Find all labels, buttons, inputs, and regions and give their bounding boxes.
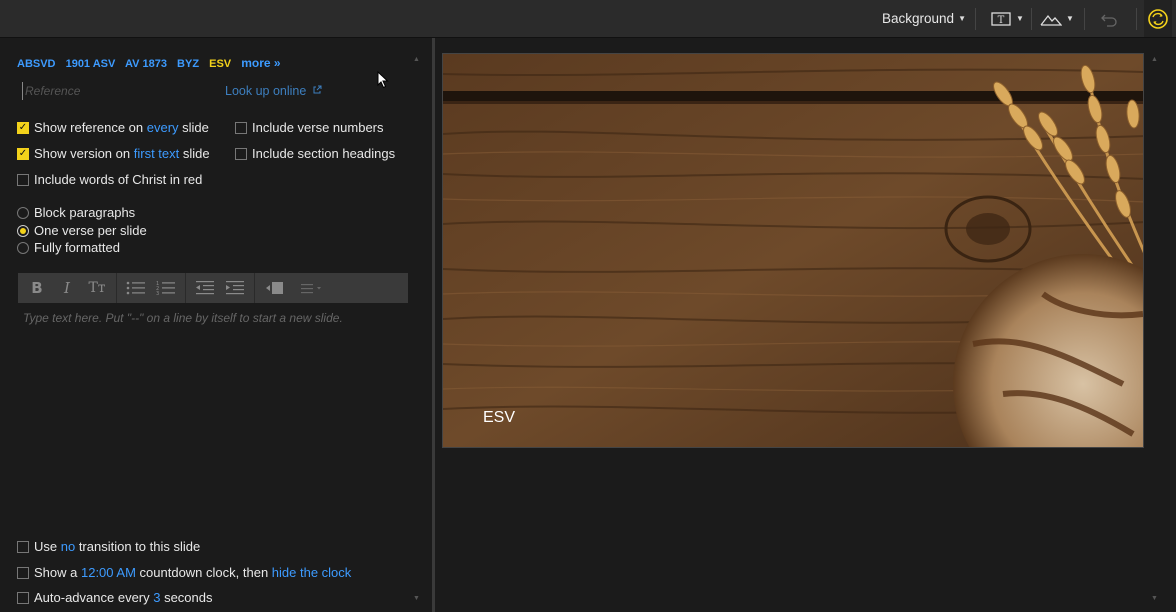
sync-icon bbox=[1148, 8, 1168, 29]
wood-wheat-bread-background-image bbox=[443, 54, 1143, 447]
chevron-down-icon: ▼ bbox=[958, 14, 966, 23]
auto-advance-checkbox[interactable] bbox=[17, 591, 29, 604]
option-text: Include section headings bbox=[252, 146, 396, 161]
version-frequency-link[interactable]: first text bbox=[134, 146, 180, 161]
slide-preview[interactable]: ESV bbox=[442, 53, 1144, 448]
chevron-down-icon: ▼ bbox=[1016, 14, 1024, 23]
svg-text:3: 3 bbox=[156, 291, 159, 296]
countdown-time-link[interactable]: 12:00 AM bbox=[81, 565, 136, 580]
layout-option-formatted[interactable]: Fully formatted bbox=[17, 240, 120, 255]
option-text: Use bbox=[34, 539, 61, 554]
layout-option-block[interactable]: Block paragraphs bbox=[17, 205, 135, 220]
option-text: Block paragraphs bbox=[34, 205, 136, 220]
look-up-online-label: Look up online bbox=[225, 84, 307, 98]
align-block-icon[interactable] bbox=[259, 273, 289, 303]
show-reference-checkbox[interactable]: ✓ bbox=[17, 121, 29, 134]
version-link[interactable]: BYZ bbox=[177, 58, 199, 70]
layout-option-verse[interactable]: One verse per slide bbox=[17, 223, 147, 238]
mountain-image-icon bbox=[1040, 14, 1062, 26]
version-link[interactable]: 1901 ASV bbox=[66, 58, 116, 70]
look-up-online-link[interactable]: Look up online bbox=[225, 84, 322, 98]
more-versions-link[interactable]: more » bbox=[241, 56, 280, 70]
undo-button[interactable] bbox=[1099, 0, 1119, 37]
option-text: Show reference on bbox=[34, 120, 147, 135]
image-menu-button[interactable]: ▼ bbox=[1040, 0, 1074, 37]
reference-frequency-link[interactable]: every bbox=[147, 120, 179, 135]
transition-link[interactable]: no bbox=[61, 539, 75, 554]
auto-advance-seconds-link[interactable]: 3 bbox=[153, 590, 160, 605]
outdent-icon[interactable] bbox=[190, 273, 220, 303]
bold-icon[interactable]: B bbox=[22, 273, 52, 303]
bullet-list-icon[interactable] bbox=[121, 273, 151, 303]
hide-clock-link[interactable]: hide the clock bbox=[272, 565, 352, 580]
option-text: slide bbox=[179, 146, 210, 161]
version-link[interactable]: AV 1873 bbox=[125, 58, 167, 70]
fully-formatted-radio[interactable] bbox=[17, 241, 29, 254]
version-link[interactable]: ABSVD bbox=[17, 58, 56, 70]
show-version-option[interactable]: ✓ Show version on first text slide bbox=[17, 146, 210, 161]
countdown-option[interactable]: Show a 12:00 AM countdown clock, then hi… bbox=[17, 565, 351, 580]
show-reference-option[interactable]: ✓ Show reference on every slide bbox=[17, 120, 209, 135]
scripture-options-panel: ▲ ▼ ABSVD 1901 ASV AV 1873 BYZ ESV more … bbox=[0, 38, 432, 612]
top-toolbar: Background ▼ T ▼ ▼ bbox=[0, 0, 1176, 38]
undo-icon bbox=[1101, 14, 1117, 27]
indent-icon[interactable] bbox=[220, 273, 250, 303]
svg-text:T: T bbox=[998, 15, 1005, 26]
alignment-menu-icon[interactable] bbox=[289, 273, 333, 303]
option-text: transition to this slide bbox=[75, 539, 201, 554]
version-link-active[interactable]: ESV bbox=[209, 58, 231, 70]
option-text: Show a bbox=[34, 565, 81, 580]
verse-numbers-checkbox[interactable] bbox=[235, 121, 247, 134]
section-headings-checkbox[interactable] bbox=[235, 147, 247, 160]
option-text: Include words of Christ in red bbox=[34, 172, 203, 187]
text-size-icon[interactable]: Tт bbox=[82, 273, 112, 303]
background-menu-button[interactable]: Background ▼ bbox=[882, 0, 966, 37]
chevron-down-icon: ▼ bbox=[1066, 14, 1074, 23]
formatting-toolbar: B I Tт 123 bbox=[18, 273, 408, 303]
transition-checkbox[interactable] bbox=[17, 540, 29, 553]
slide-text-editor[interactable]: Type text here. Put "--" on a line by it… bbox=[23, 311, 343, 325]
text-box-menu-button[interactable]: T ▼ bbox=[990, 0, 1024, 37]
italic-icon[interactable]: I bbox=[52, 273, 82, 303]
scroll-down-arrow[interactable]: ▼ bbox=[413, 595, 420, 602]
section-headings-option[interactable]: Include section headings bbox=[235, 146, 395, 161]
scroll-up-arrow[interactable]: ▲ bbox=[413, 56, 420, 63]
text-box-icon: T bbox=[991, 11, 1011, 26]
option-text: Auto-advance every bbox=[34, 590, 154, 605]
block-paragraphs-radio[interactable] bbox=[17, 206, 29, 219]
words-of-christ-option[interactable]: Include words of Christ in red bbox=[17, 172, 202, 187]
transition-option[interactable]: Use no transition to this slide bbox=[17, 539, 200, 554]
numbered-list-icon[interactable]: 123 bbox=[151, 273, 181, 303]
option-text: Include verse numbers bbox=[252, 120, 384, 135]
show-version-checkbox[interactable]: ✓ bbox=[17, 147, 29, 160]
option-text: countdown clock, then bbox=[135, 565, 272, 580]
scroll-down-arrow[interactable]: ▼ bbox=[1151, 595, 1158, 602]
option-text: seconds bbox=[160, 590, 213, 605]
option-text: One verse per slide bbox=[34, 223, 147, 238]
external-link-icon bbox=[313, 85, 322, 94]
one-verse-radio[interactable] bbox=[17, 224, 29, 237]
countdown-checkbox[interactable] bbox=[17, 566, 29, 579]
slide-version-label: ESV bbox=[483, 409, 516, 426]
option-text: Fully formatted bbox=[34, 240, 120, 255]
reference-input[interactable] bbox=[22, 82, 205, 100]
words-of-christ-checkbox[interactable] bbox=[17, 173, 29, 186]
mouse-cursor-icon bbox=[377, 71, 389, 89]
bible-version-list: ABSVD 1901 ASV AV 1873 BYZ ESV more » bbox=[17, 56, 288, 70]
scroll-up-arrow[interactable]: ▲ bbox=[1151, 56, 1158, 63]
option-text: Show version on bbox=[34, 146, 134, 161]
live-sync-button[interactable] bbox=[1144, 0, 1172, 37]
verse-numbers-option[interactable]: Include verse numbers bbox=[235, 120, 384, 135]
auto-advance-option[interactable]: Auto-advance every 3 seconds bbox=[17, 590, 213, 605]
option-text: slide bbox=[178, 120, 209, 135]
background-menu-label: Background bbox=[882, 11, 955, 26]
